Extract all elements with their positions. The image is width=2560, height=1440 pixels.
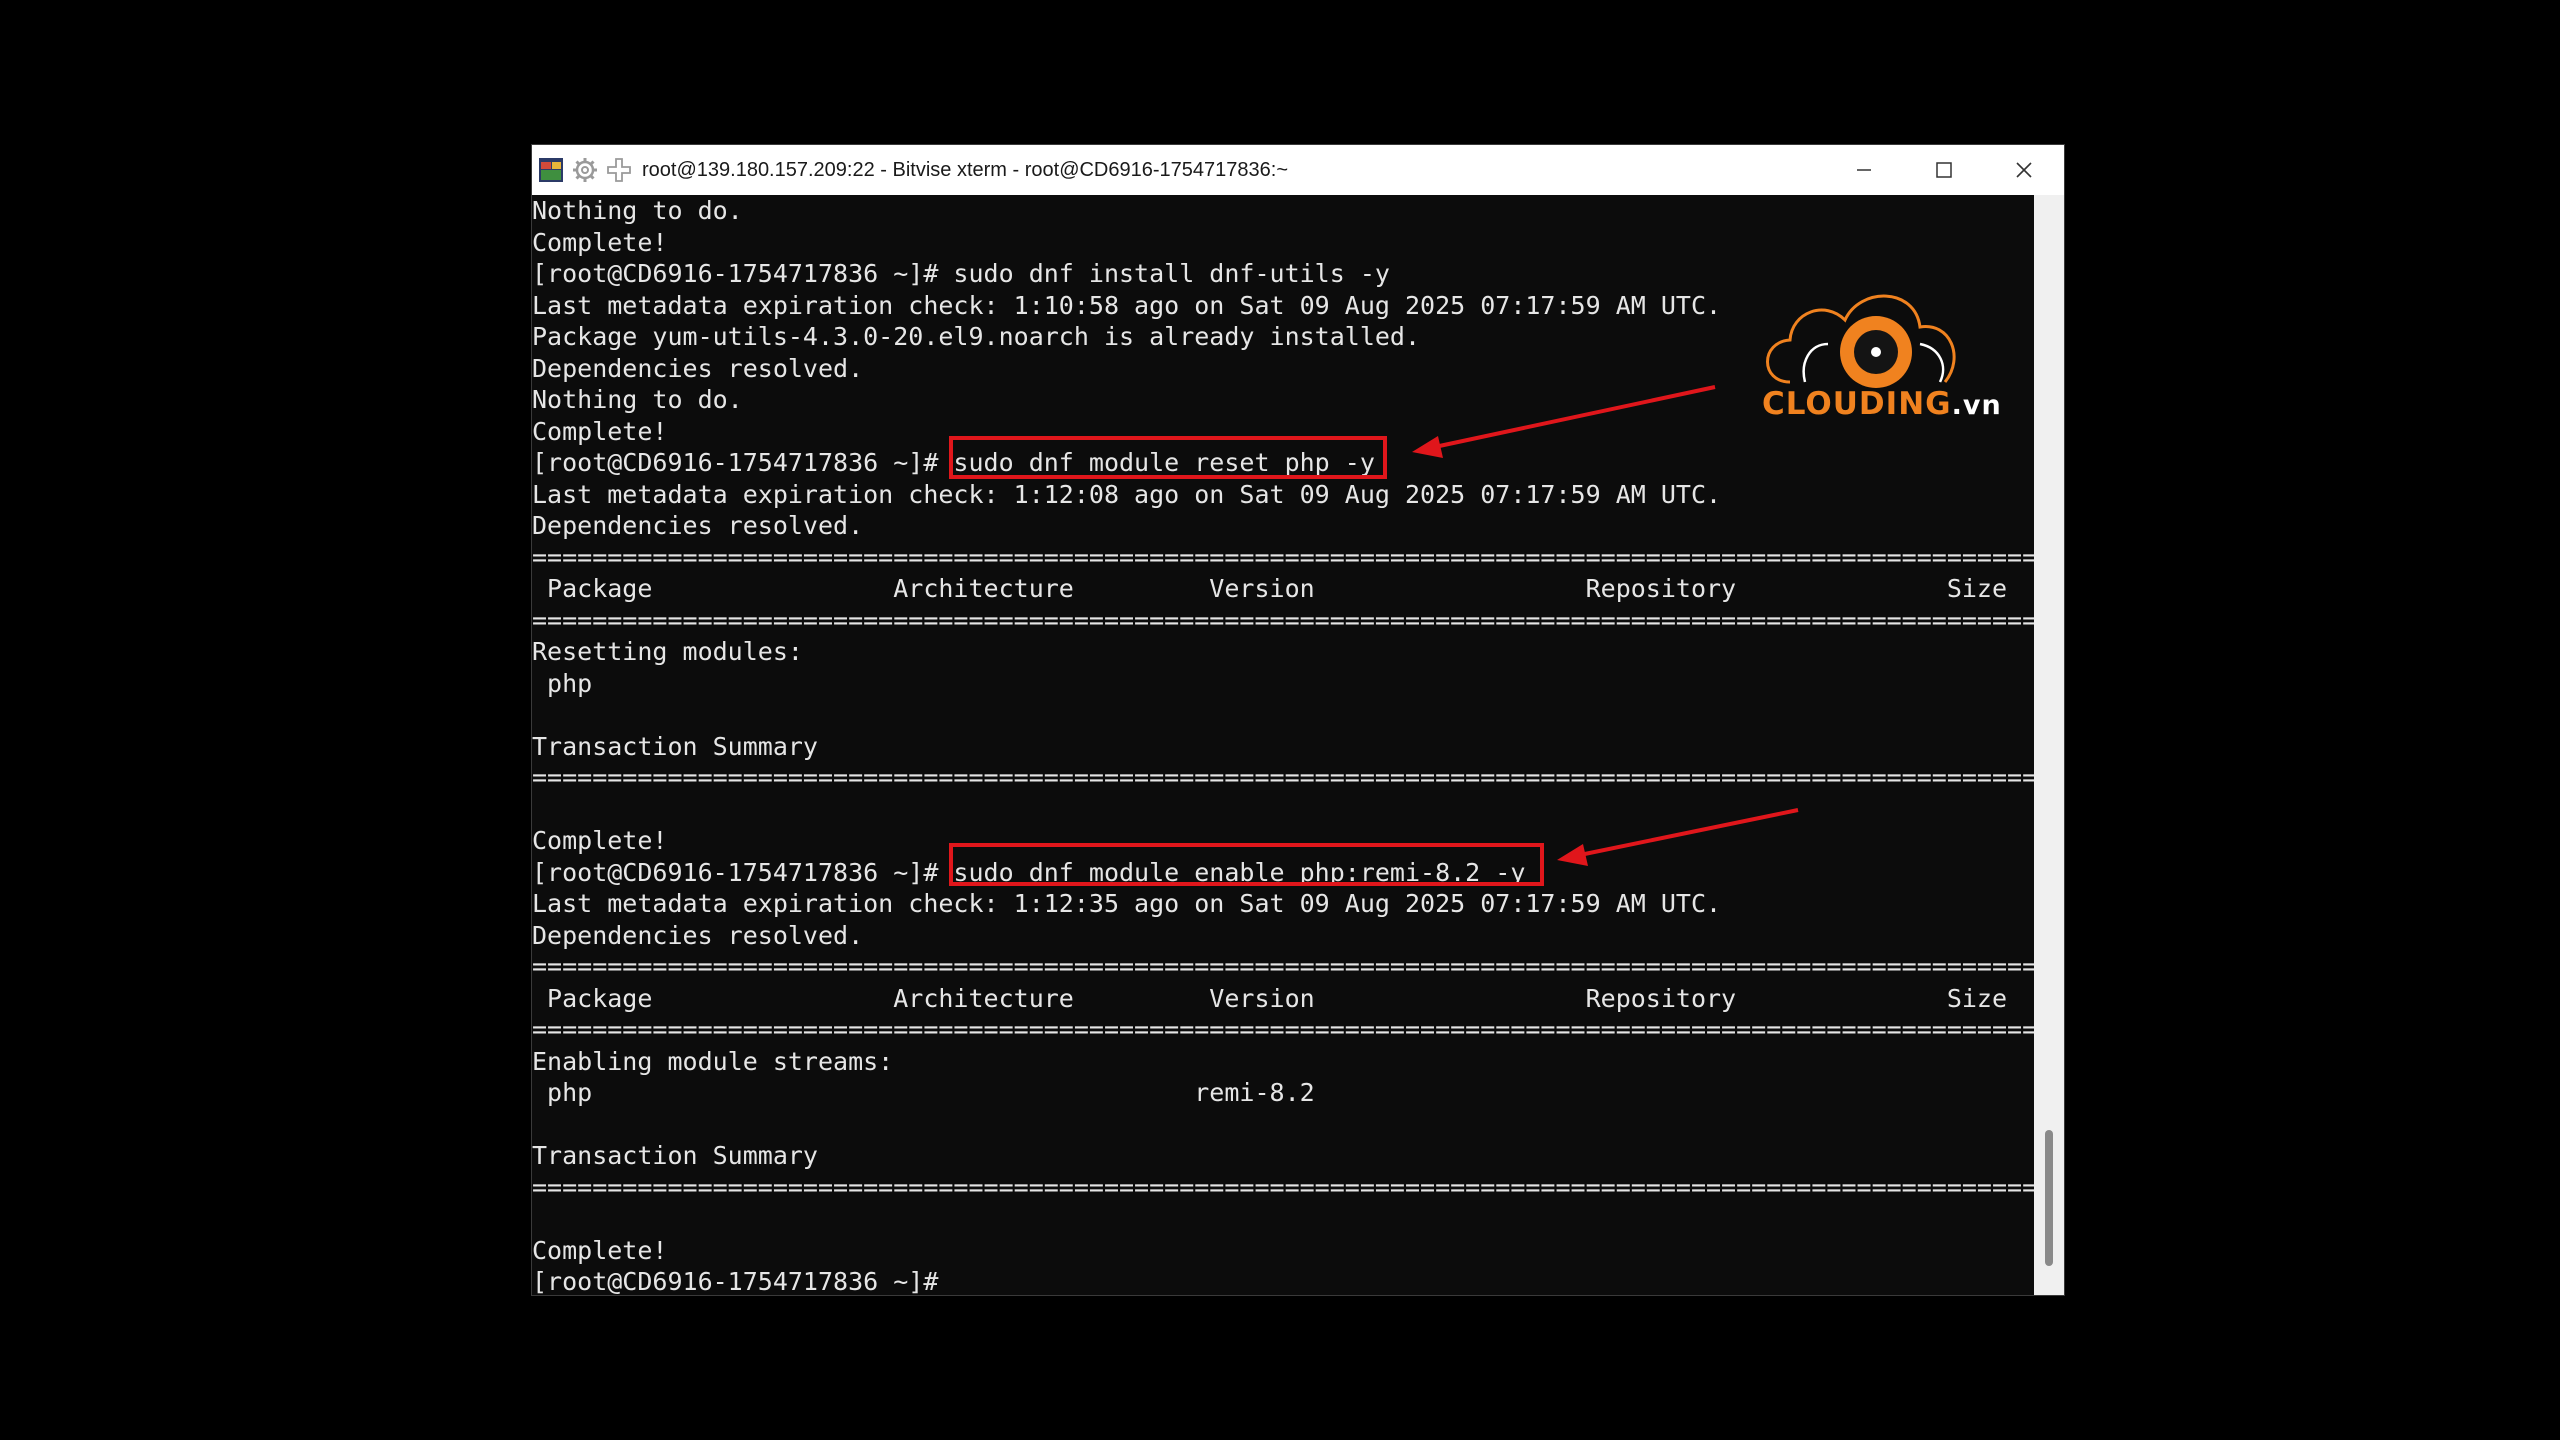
terminal-line: ========================================… xyxy=(532,1015,2036,1044)
terminal-line: Nothing to do. xyxy=(532,196,743,225)
maximize-icon xyxy=(1936,162,1952,178)
terminal-line: Package Architecture Version Repository … xyxy=(532,983,2008,1013)
scrollbar-thumb[interactable] xyxy=(2045,1130,2053,1266)
terminal-line: Transaction Summary xyxy=(532,1141,818,1170)
clouding-logo: CLOUDING.vn xyxy=(1750,282,2020,432)
close-icon xyxy=(2016,162,2032,178)
terminal-line: ========================================… xyxy=(532,542,2036,572)
terminal-line: Last metadata expiration check: 1:12:35 … xyxy=(532,889,1722,918)
highlight-box-reset-command xyxy=(949,436,1387,479)
terminal-line: [root@CD6916-1754717836 ~]# sudo dnf ins… xyxy=(532,259,1390,288)
terminal-line: ========================================… xyxy=(532,763,2036,792)
terminal-line: Complete! xyxy=(532,416,668,446)
terminal-line: Dependencies resolved. xyxy=(532,920,864,950)
terminal-line: php remi-8.2 xyxy=(532,1078,1315,1107)
vertical-scrollbar[interactable] xyxy=(2034,195,2064,1295)
terminal-line: Transaction Summary xyxy=(532,731,818,761)
minimize-button[interactable] xyxy=(1824,145,1904,195)
terminal-line: Nothing to do. xyxy=(532,385,743,414)
terminal-line: ========================================… xyxy=(532,605,2036,635)
minimize-icon xyxy=(1857,169,1871,171)
terminal-line: Dependencies resolved. xyxy=(532,353,864,383)
new-terminal-plus-icon[interactable] xyxy=(604,155,634,185)
cloud-logo-icon xyxy=(1766,294,1956,388)
close-button[interactable] xyxy=(1984,145,2064,195)
bitvise-app-icon[interactable] xyxy=(536,155,566,185)
title-bar[interactable]: root@139.180.157.209:22 - Bitvise xterm … xyxy=(532,145,2064,195)
terminal-line: Complete! xyxy=(532,1235,668,1265)
logo-brand: CLOUDING xyxy=(1762,386,1952,422)
terminal-line: Complete! xyxy=(532,826,668,855)
logo-suffix: .vn xyxy=(1951,390,2002,421)
terminal-line: Resetting modules: xyxy=(532,637,803,666)
terminal-line: Last metadata expiration check: 1:10:58 … xyxy=(532,290,1722,320)
terminal-line: Package yum-utils-4.3.0-20.el9.noarch is… xyxy=(532,322,1421,351)
terminal-line: php xyxy=(532,668,593,698)
terminal-line: Package Architecture Version Repository … xyxy=(532,574,2008,603)
settings-gear-icon[interactable] xyxy=(570,155,600,185)
terminal-line: Dependencies resolved. xyxy=(532,511,864,540)
logo-wordmark: CLOUDING.vn xyxy=(1762,386,2002,422)
terminal-line: Complete! xyxy=(532,227,668,257)
highlight-box-enable-command xyxy=(949,843,1544,886)
terminal-line: Enabling module streams: xyxy=(532,1046,894,1076)
window-controls xyxy=(1824,145,2064,195)
terminal-line: ========================================… xyxy=(532,1172,2036,1202)
screenshot-stage: root@139.180.157.209:22 - Bitvise xterm … xyxy=(0,0,2560,1440)
window-title: root@139.180.157.209:22 - Bitvise xterm … xyxy=(642,158,1288,181)
terminal-line: ========================================… xyxy=(532,952,2036,981)
terminal-line: [root@CD6916-1754717836 ~]# xyxy=(532,1267,939,1295)
terminal-line: Last metadata expiration check: 1:12:08 … xyxy=(532,479,1722,509)
maximize-button[interactable] xyxy=(1904,145,1984,195)
